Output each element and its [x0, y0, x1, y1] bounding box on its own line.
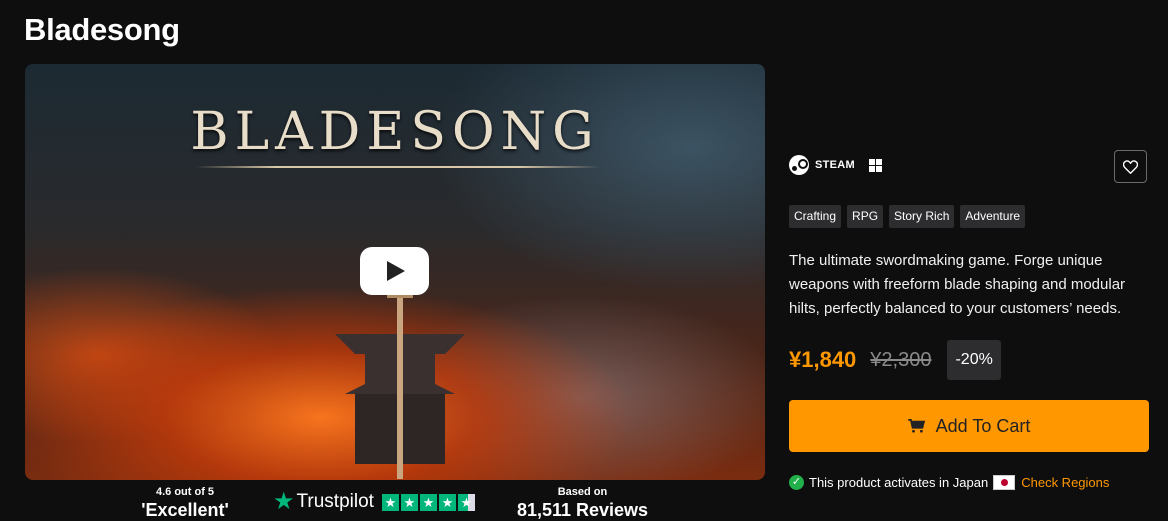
tag-adventure[interactable]: Adventure	[960, 205, 1026, 228]
steam-icon	[789, 155, 809, 175]
logo-underline	[195, 166, 600, 168]
check-regions-link[interactable]: Check Regions	[1021, 475, 1109, 490]
activation-text: This product activates in Japan	[809, 475, 989, 490]
tag-list: Crafting RPG Story Rich Adventure	[789, 205, 1031, 228]
wishlist-button[interactable]	[1114, 150, 1147, 183]
trustpilot-score: 4.6 out of 5 'Excellent'	[120, 486, 250, 521]
star-icon: ★	[381, 493, 399, 511]
tag-crafting[interactable]: Crafting	[789, 205, 842, 228]
add-to-cart-button[interactable]: Add To Cart	[789, 400, 1149, 452]
trustpilot-rating-word: 'Excellent'	[141, 500, 229, 520]
anvil-sword-art	[335, 294, 465, 479]
discount-badge: -20%	[947, 340, 1001, 380]
store-label: STEAM	[815, 159, 855, 171]
play-button[interactable]	[360, 247, 429, 295]
add-to-cart-label: Add To Cart	[935, 415, 1031, 436]
platform-info: STEAM	[789, 155, 882, 175]
trustpilot-score-line: 4.6 out of 5	[155, 486, 215, 498]
game-logo: BLADESONG	[190, 102, 600, 162]
windows-icon	[869, 158, 882, 172]
heart-icon	[1123, 159, 1138, 174]
trustpilot-stars: ★ ★ ★ ★ ★	[381, 493, 477, 511]
page-title: Bladesong	[24, 12, 180, 47]
tag-story-rich[interactable]: Story Rich	[889, 205, 955, 228]
star-half-icon: ★	[457, 493, 475, 511]
star-icon: ★	[438, 493, 456, 511]
japan-flag-icon	[993, 475, 1016, 490]
game-trailer[interactable]: BLADESONG	[25, 64, 765, 480]
check-circle-icon: ✓	[789, 475, 804, 490]
current-price: ¥1,840	[789, 347, 857, 372]
review-count: 81,511 Reviews	[516, 500, 649, 520]
game-description: The ultimate swordmaking game. Forge uni…	[789, 252, 1126, 317]
based-on-label: Based on	[557, 486, 608, 498]
activation-info: ✓ This product activates in Japan Check …	[789, 475, 1109, 490]
price-row: ¥1,840 ¥2,300 -20%	[789, 340, 1001, 380]
star-icon: ★	[419, 493, 437, 511]
original-price: ¥2,300	[870, 348, 932, 371]
cart-icon	[907, 419, 925, 433]
star-icon: ★	[400, 493, 418, 511]
tag-rpg[interactable]: RPG	[847, 205, 884, 228]
trustpilot-reviews: Based on 81,511 Reviews	[500, 486, 665, 521]
